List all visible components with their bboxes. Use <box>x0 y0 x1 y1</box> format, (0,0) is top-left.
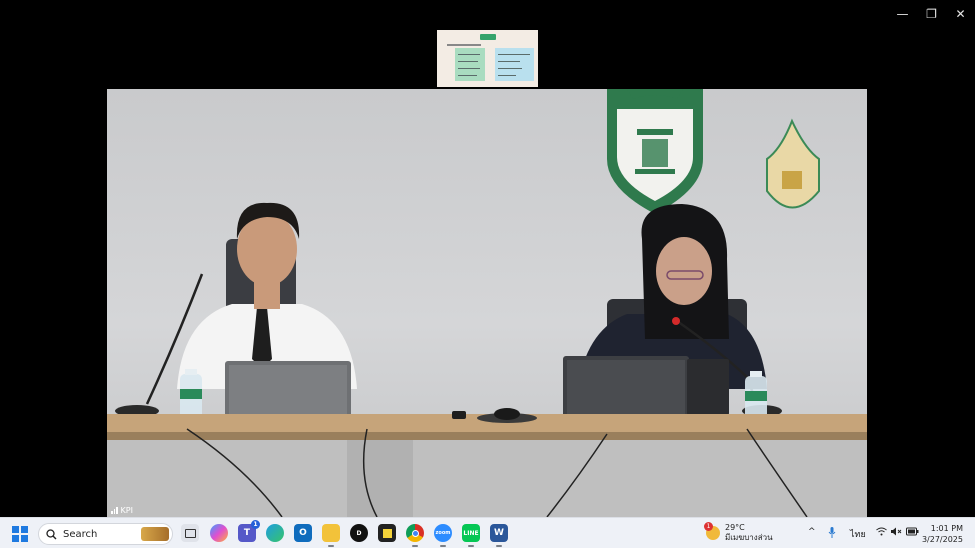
wifi-icon[interactable] <box>876 527 887 539</box>
emblem-small <box>766 118 820 209</box>
desk-panel <box>347 440 413 517</box>
desk-front <box>107 440 867 517</box>
edge-icon[interactable] <box>266 524 284 542</box>
water-bottle-left <box>180 369 202 419</box>
chrome-icon[interactable] <box>406 524 424 547</box>
running-indicator <box>496 545 502 547</box>
zoom-icon[interactable]: zoom <box>434 524 452 547</box>
thumbnail-line <box>458 68 480 69</box>
dell-icon[interactable]: D <box>350 524 368 542</box>
mouse <box>494 408 520 420</box>
participant-label: KPI <box>111 506 133 515</box>
search-highlight-image <box>141 527 169 541</box>
running-indicator <box>440 545 446 547</box>
weather-widget[interactable]: 1 29°C มีเมฆบางส่วน <box>704 522 773 543</box>
signal-icon <box>111 507 118 514</box>
emblem-large <box>607 89 703 214</box>
word-icon[interactable]: W <box>490 524 508 547</box>
volume-muted-icon[interactable] <box>891 527 902 539</box>
thumbnail-line <box>498 54 530 55</box>
running-indicator <box>328 545 334 547</box>
running-indicator <box>412 545 418 547</box>
line-icon[interactable]: LINE <box>462 524 480 547</box>
video-feed[interactable]: KPI <box>107 89 867 517</box>
teams-icon[interactable]: T 1 <box>238 520 260 542</box>
minimize-button[interactable]: — <box>888 0 917 28</box>
weather-condition: มีเมฆบางส่วน <box>725 533 773 542</box>
clock-time: 1:01 PM <box>930 524 963 533</box>
video-scene <box>107 89 867 517</box>
close-button[interactable]: ✕ <box>946 0 975 28</box>
restore-button[interactable]: ❐ <box>917 0 946 28</box>
weather-badge: 1 <box>704 522 713 531</box>
thumbnail-line <box>498 75 516 76</box>
shared-screen-thumbnail[interactable] <box>437 30 538 87</box>
participant-name: KPI <box>120 506 133 515</box>
system-clock[interactable]: 1:01 PM 3/27/2025 <box>922 523 963 545</box>
teams-badge: 1 <box>251 520 260 529</box>
thumbnail-line <box>498 68 522 69</box>
taskbar: Search T 1 O D zoom LINE W 1 29°C มีเมฆบ… <box>0 517 975 548</box>
weather-icon: 1 <box>704 522 720 540</box>
weather-temperature: 29°C <box>725 523 745 532</box>
thumbnail-line <box>458 61 478 62</box>
search-label: Search <box>63 528 98 540</box>
microphone-icon[interactable] <box>828 527 836 541</box>
screen: — ❐ ✕ KPI Search T 1 O D zoom LINE W 1 2… <box>0 0 975 548</box>
thumbnail-title-line <box>447 44 481 46</box>
thumbnail-line <box>458 54 480 55</box>
thumbnail-line <box>458 75 477 76</box>
thumbnail-header <box>480 34 496 40</box>
outlook-icon[interactable]: O <box>294 524 312 542</box>
water-bottle-right <box>745 371 767 421</box>
taskbar-search[interactable]: Search <box>38 523 173 545</box>
task-view-icon[interactable] <box>181 524 199 542</box>
battery-icon[interactable] <box>906 527 919 539</box>
file-explorer-icon[interactable] <box>322 524 340 547</box>
sticky-notes-icon[interactable] <box>378 524 396 542</box>
clock-date: 3/27/2025 <box>921 535 963 544</box>
thumbnail-line <box>498 61 520 62</box>
running-indicator <box>468 545 474 547</box>
thumbnail-right-panel <box>495 48 534 81</box>
chevron-up-icon[interactable]: ^ <box>808 527 816 537</box>
start-button[interactable] <box>12 526 28 542</box>
thumbnail-left-panel <box>455 48 485 81</box>
search-icon <box>46 528 57 539</box>
copilot-icon[interactable] <box>210 524 228 542</box>
language-indicator[interactable]: ไทย <box>850 527 866 541</box>
window-controls: — ❐ ✕ <box>888 0 975 28</box>
desk-device <box>452 411 466 419</box>
